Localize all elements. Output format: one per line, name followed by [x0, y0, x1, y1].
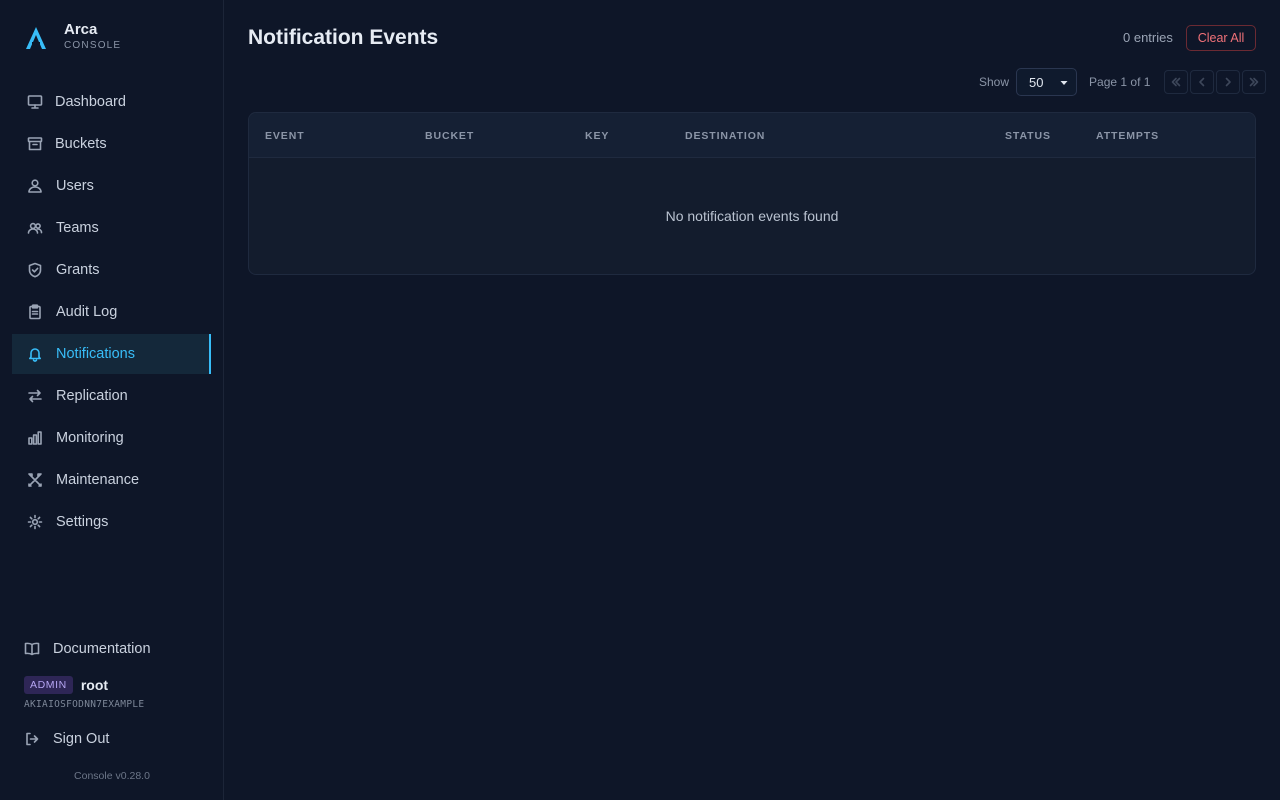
sidebar-item-audit-log[interactable]: Audit Log	[12, 292, 211, 332]
sidebar-nav: Dashboard Buckets Users Teams Grants Aud…	[12, 82, 211, 544]
documentation-link[interactable]: Documentation	[24, 638, 151, 660]
user-icon	[26, 178, 43, 195]
monitor-icon	[26, 94, 43, 111]
sidebar-item-replication[interactable]: Replication	[12, 376, 211, 416]
bell-icon	[26, 346, 43, 363]
next-page-button[interactable]	[1216, 70, 1241, 94]
last-page-button[interactable]	[1242, 70, 1267, 94]
version-label: Console v0.28.0	[74, 770, 150, 782]
sidebar-item-label: Maintenance	[56, 472, 140, 488]
page-size-value: 50	[1029, 74, 1044, 90]
brand-name: Arca	[64, 21, 98, 38]
tools-icon	[26, 472, 43, 489]
sidebar-item-label: Replication	[56, 388, 128, 404]
sidebar-item-grants[interactable]: Grants	[12, 250, 211, 290]
sidebar-item-label: Monitoring	[56, 430, 124, 446]
column-header-bucket[interactable]: BUCKET	[425, 130, 474, 142]
logout-icon	[26, 732, 39, 746]
sidebar-item-teams[interactable]: Teams	[12, 208, 211, 248]
user-name: root	[80, 677, 109, 693]
sidebar-item-dashboard[interactable]: Dashboard	[12, 82, 211, 122]
column-header-event[interactable]: EVENT	[265, 130, 305, 142]
sidebar-item-label: Settings	[56, 514, 109, 530]
bar-chart-icon	[26, 430, 43, 447]
page-size-select[interactable]: 50	[1016, 68, 1078, 96]
chevron-left-icon	[1199, 77, 1205, 87]
shield-icon	[26, 262, 43, 279]
brand-subtitle: CONSOLE	[64, 40, 122, 51]
first-page-button[interactable]	[1164, 70, 1189, 94]
chevron-down-icon	[1060, 81, 1068, 85]
chevron-right-icon	[1226, 77, 1232, 87]
sidebar-item-label: Grants	[56, 262, 100, 278]
sidebar-item-notifications[interactable]: Notifications	[12, 334, 211, 374]
clear-all-button[interactable]: Clear All	[1186, 25, 1256, 51]
sign-out-button[interactable]: Sign Out	[24, 729, 109, 749]
gear-icon	[26, 514, 43, 531]
column-header-status[interactable]: STATUS	[1005, 130, 1051, 142]
archive-icon	[26, 136, 43, 153]
sidebar-item-label: Audit Log	[56, 304, 118, 320]
documentation-label: Documentation	[53, 641, 151, 657]
empty-state-message: No notification events found	[665, 208, 839, 224]
pagination: Show 50 Page 1 of 1	[979, 68, 1267, 96]
chevrons-right-icon	[1250, 77, 1259, 87]
arca-logo-icon	[26, 26, 46, 49]
column-header-destination[interactable]: DESTINATION	[685, 130, 765, 142]
book-icon	[24, 642, 40, 656]
column-header-key[interactable]: KEY	[585, 130, 609, 142]
show-label: Show	[979, 75, 1010, 89]
column-header-attempts[interactable]: ATTEMPTS	[1096, 130, 1159, 142]
sidebar-item-users[interactable]: Users	[12, 166, 211, 206]
arrows-icon	[26, 388, 43, 405]
table-header: EVENT BUCKET KEY DESTINATION STATUS ATTE…	[249, 113, 1255, 158]
sidebar-item-label: Dashboard	[55, 94, 126, 110]
prev-page-button[interactable]	[1190, 70, 1215, 94]
sidebar-item-maintenance[interactable]: Maintenance	[12, 460, 211, 500]
sidebar-item-settings[interactable]: Settings	[12, 502, 211, 542]
page-title: Notification Events	[248, 26, 439, 49]
chevrons-left-icon	[1172, 77, 1181, 87]
brand[interactable]: Arca CONSOLE	[24, 22, 121, 53]
sidebar-item-label: Users	[56, 178, 94, 194]
sidebar-item-buckets[interactable]: Buckets	[12, 124, 211, 164]
access-key: AKIAIOSFODNN7EXAMPLE	[24, 699, 145, 710]
users-icon	[26, 220, 43, 237]
user-info: ADMIN root	[24, 676, 108, 694]
entry-count: 0 entries	[1123, 30, 1173, 45]
clipboard-icon	[26, 304, 43, 321]
page-info: Page 1 of 1	[1089, 75, 1151, 89]
sidebar-item-monitoring[interactable]: Monitoring	[12, 418, 211, 458]
role-badge: ADMIN	[24, 676, 73, 694]
sidebar-item-label: Teams	[56, 220, 99, 236]
sidebar-item-label: Notifications	[56, 346, 135, 362]
sidebar-item-label: Buckets	[55, 136, 107, 152]
sign-out-label: Sign Out	[53, 731, 110, 747]
sidebar: Arca CONSOLE Dashboard Buckets Users Tea…	[0, 0, 224, 800]
notification-events-table: EVENT BUCKET KEY DESTINATION STATUS ATTE…	[248, 112, 1256, 275]
